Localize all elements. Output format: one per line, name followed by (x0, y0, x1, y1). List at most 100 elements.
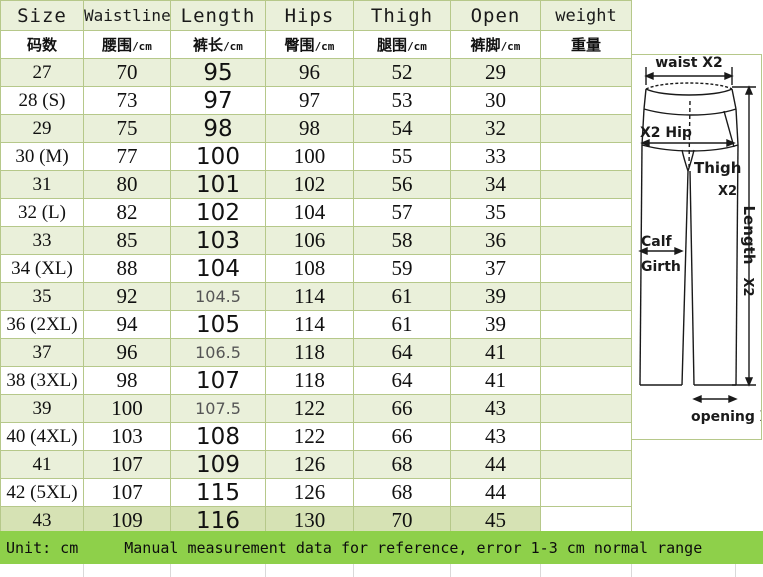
cell-open: 39 (450, 282, 541, 311)
table-row: 39 100 107.5 122 66 43 (0, 394, 632, 423)
cell-size: 34 (XL) (0, 254, 84, 283)
cell-hips: 97 (265, 86, 354, 115)
cell-weight (540, 422, 632, 451)
cell-size: 28 (S) (0, 86, 84, 115)
cell-weight (540, 86, 632, 115)
cell-length: 102 (170, 198, 266, 227)
cell-hips: 104 (265, 198, 354, 227)
column-header-thigh: Thigh (353, 0, 451, 31)
cell-hips: 126 (265, 450, 354, 479)
cell-size: 41 (0, 450, 84, 479)
column-header-cn-open: 裤脚/cm (450, 30, 541, 59)
cell-open: 44 (450, 478, 541, 507)
diagram-label-calf: Calf (641, 234, 673, 250)
cell-thigh: 66 (353, 394, 451, 423)
cell-thigh: 54 (353, 114, 451, 143)
cell-weight (540, 114, 632, 143)
cell-length: 107.5 (170, 394, 266, 423)
table-row: 28 (S) 73 97 97 53 30 (0, 86, 632, 115)
column-header-open: Open (450, 0, 541, 31)
cell-thigh: 64 (353, 338, 451, 367)
cell-size: 35 (0, 282, 84, 311)
cell-waistline: 75 (83, 114, 171, 143)
cell-size: 32 (L) (0, 198, 84, 227)
cell-waistline: 82 (83, 198, 171, 227)
cell-weight (540, 58, 632, 87)
cell-open: 36 (450, 226, 541, 255)
diagram-label-opening: opening X2 (691, 409, 761, 425)
cell-open: 39 (450, 310, 541, 339)
cell-waistline: 73 (83, 86, 171, 115)
cell-length: 98 (170, 114, 266, 143)
cell-size: 38 (3XL) (0, 366, 84, 395)
cell-length: 104 (170, 254, 266, 283)
size-chart-table: Size Waistline Length Hips Thigh Open weight 码数… (0, 0, 632, 563)
cell-hips: 106 (265, 226, 354, 255)
column-header-cn-size: 码数 (0, 30, 84, 59)
diagram-label-thigh: Thigh (694, 159, 741, 177)
footer-unit-label: Unit: cm (6, 538, 79, 557)
table-row: 30 (M) 77 100 100 55 33 (0, 142, 632, 171)
column-header-cn-label: 臀围 (284, 36, 315, 54)
column-header-cn-label: 腿围 (377, 36, 408, 54)
cell-waistline: 80 (83, 170, 171, 199)
cell-open: 33 (450, 142, 541, 171)
column-header-cn-waistline: 腰围/cm (83, 30, 171, 59)
cell-length: 109 (170, 450, 266, 479)
cell-open: 29 (450, 58, 541, 87)
gridline (450, 564, 451, 577)
cell-weight (540, 366, 632, 395)
table-row: 34 (XL) 88 104 108 59 37 (0, 254, 632, 283)
cell-size: 30 (M) (0, 142, 84, 171)
cell-weight (540, 478, 632, 507)
column-header-length: Length (170, 0, 266, 31)
cell-thigh: 61 (353, 310, 451, 339)
cell-thigh: 68 (353, 450, 451, 479)
cell-thigh: 66 (353, 422, 451, 451)
cell-open: 34 (450, 170, 541, 199)
table-row: 38 (3XL) 98 107 118 64 41 (0, 366, 632, 395)
column-header-unit: /cm (314, 40, 335, 53)
column-header-cn-label: 重量 (570, 36, 601, 54)
cell-waistline: 98 (83, 366, 171, 395)
cell-weight (540, 142, 632, 171)
cell-weight (540, 394, 632, 423)
cell-open: 41 (450, 338, 541, 367)
cell-thigh: 61 (353, 282, 451, 311)
table-row: 29 75 98 98 54 32 (0, 114, 632, 143)
cell-weight (540, 450, 632, 479)
cell-size: 31 (0, 170, 84, 199)
cell-hips: 118 (265, 338, 354, 367)
gridline (265, 564, 266, 577)
cell-thigh: 68 (353, 478, 451, 507)
cell-weight (540, 282, 632, 311)
cell-length: 104.5 (170, 282, 266, 311)
gridline (83, 564, 84, 577)
cell-length: 106.5 (170, 338, 266, 367)
cell-size: 40 (4XL) (0, 422, 84, 451)
cell-waistline: 70 (83, 58, 171, 87)
table-header-row-cn: 码数 腰围/cm 裤长/cm 臀围/cm 腿围/cm 裤脚/cm 重量 (0, 30, 632, 59)
pants-measurement-diagram: waist X2 X2 Hip Thigh X2 Calf Girth Leng… (631, 54, 762, 440)
table-row: 41 107 109 126 68 44 (0, 450, 632, 479)
cell-waistline: 107 (83, 450, 171, 479)
cell-length: 105 (170, 310, 266, 339)
cell-thigh: 53 (353, 86, 451, 115)
cell-length: 107 (170, 366, 266, 395)
cell-waistline: 103 (83, 422, 171, 451)
table-row: 33 85 103 106 58 36 (0, 226, 632, 255)
cell-thigh: 59 (353, 254, 451, 283)
cell-hips: 108 (265, 254, 354, 283)
cell-length: 101 (170, 170, 266, 199)
cell-thigh: 57 (353, 198, 451, 227)
cell-open: 32 (450, 114, 541, 143)
table-row: 37 96 106.5 118 64 41 (0, 338, 632, 367)
column-header-size: Size (0, 0, 84, 31)
cell-waistline: 107 (83, 478, 171, 507)
cell-length: 97 (170, 86, 266, 115)
cell-hips: 114 (265, 282, 354, 311)
gridline (540, 564, 541, 577)
cell-open: 43 (450, 394, 541, 423)
diagram-label-hip: X2 Hip (640, 125, 692, 141)
diagram-label-waist: waist X2 (655, 55, 723, 71)
